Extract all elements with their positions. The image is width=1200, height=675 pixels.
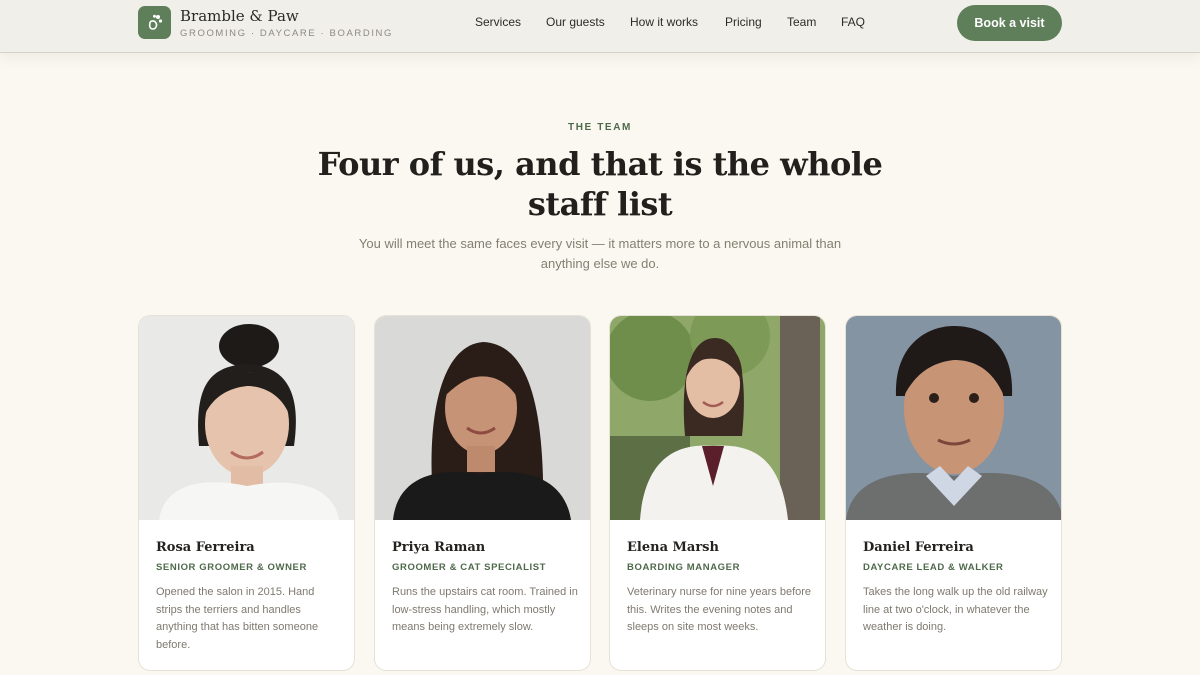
portrait-photo xyxy=(846,316,1061,520)
portrait-photo xyxy=(139,316,354,520)
nav-link-our-guests[interactable]: Our guests xyxy=(546,15,605,29)
team-card: Rosa Ferreira SENIOR GROOMER & OWNER Ope… xyxy=(138,315,355,671)
nav-link-how-it-works[interactable]: How it works xyxy=(630,15,698,29)
member-name: Daniel Ferreira xyxy=(863,540,974,555)
member-name: Elena Marsh xyxy=(627,540,719,555)
member-bio: Takes the long walk up the old railway l… xyxy=(863,586,1048,633)
member-bio: Runs the upstairs cat room. Trained in l… xyxy=(392,586,578,633)
member-role: DAYCARE LEAD & WALKER xyxy=(863,562,1004,573)
member-role: SENIOR GROOMER & OWNER xyxy=(156,562,307,573)
portrait-photo xyxy=(375,316,590,520)
team-card: Priya Raman GROOMER & CAT SPECIALIST Run… xyxy=(374,315,591,671)
nav-link-team[interactable]: Team xyxy=(787,15,816,29)
nav-link-services[interactable]: Services xyxy=(475,15,521,29)
member-bio: Veterinary nurse for nine years before t… xyxy=(627,586,812,633)
portrait-photo xyxy=(610,316,825,520)
section-eyebrow: THE TEAM xyxy=(568,122,632,133)
nav-link-faq[interactable]: FAQ xyxy=(841,15,865,29)
member-name: Rosa Ferreira xyxy=(156,540,255,555)
site-header: Bramble & Paw GROOMING · DAYCARE · BOARD… xyxy=(0,0,1200,53)
member-role: GROOMER & CAT SPECIALIST xyxy=(392,562,547,573)
section-headline: Four of us, and that is the whole staff … xyxy=(317,145,883,223)
nav-link-pricing[interactable]: Pricing xyxy=(725,15,762,29)
team-card: Elena Marsh BOARDING MANAGER Veterinary … xyxy=(609,315,826,671)
section-lede: You will meet the same faces every visit… xyxy=(358,236,842,271)
member-bio: Opened the salon in 2015. Hand strips th… xyxy=(156,586,319,651)
member-role: BOARDING MANAGER xyxy=(627,562,741,573)
team-card: Daniel Ferreira DAYCARE LEAD & WALKER Ta… xyxy=(845,315,1062,671)
book-visit-button[interactable]: Book a visit xyxy=(957,5,1062,41)
member-name: Priya Raman xyxy=(392,540,486,555)
